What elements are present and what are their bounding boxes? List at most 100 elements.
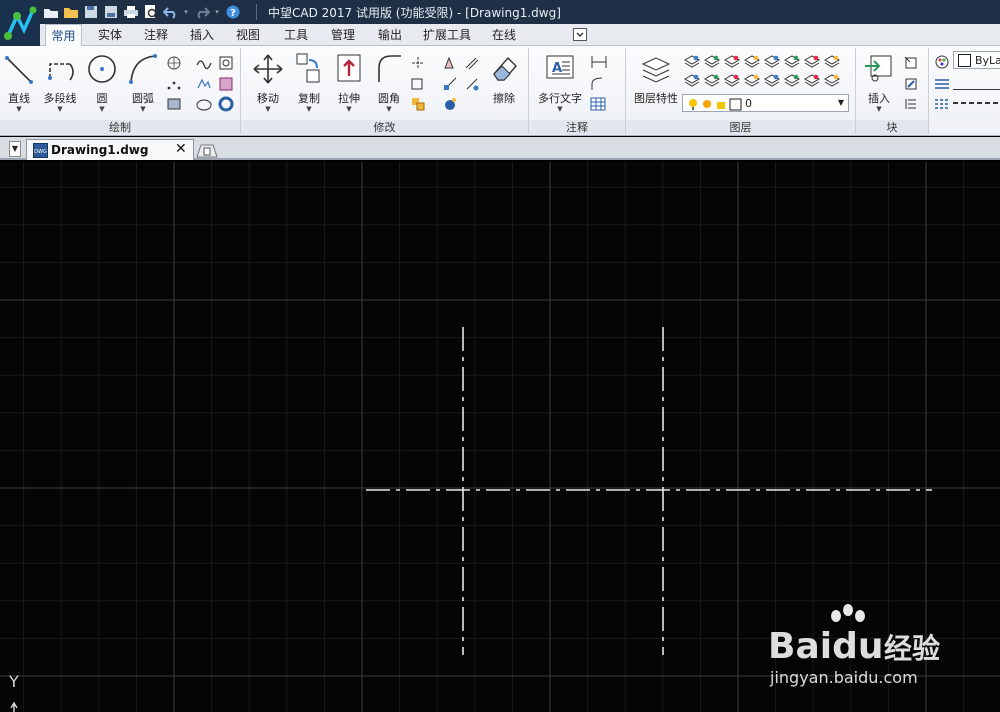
mtext-dropdown-icon: ▼ xyxy=(557,105,563,113)
open-icon[interactable] xyxy=(62,4,79,21)
polyline-label: 多段线 xyxy=(43,92,77,105)
color-value: ByLa xyxy=(975,54,1000,67)
attribute-icon[interactable] xyxy=(903,96,919,112)
undo-dropdown-icon[interactable]: ▾ xyxy=(182,4,190,21)
new-document-tab-icon[interactable] xyxy=(196,142,218,158)
layer-dropdown[interactable]: 0 ▼ xyxy=(682,94,849,112)
line-label: 直线 xyxy=(8,92,30,105)
insert-block-button[interactable]: 插入 ▼ xyxy=(860,52,898,114)
lineweight-icon[interactable] xyxy=(934,76,950,92)
trim-icon[interactable] xyxy=(410,55,426,71)
rectangle-icon[interactable] xyxy=(166,96,182,112)
layer-tool-icon[interactable] xyxy=(724,54,740,68)
modify-group-title: 修改 xyxy=(241,120,528,135)
create-block-icon[interactable] xyxy=(903,55,919,71)
copy-button[interactable]: 复制 ▼ xyxy=(290,52,328,114)
layer-tool-icon[interactable] xyxy=(784,73,800,87)
fillet-button[interactable]: 圆角 ▼ xyxy=(370,52,408,114)
line-button[interactable]: 直线 ▼ xyxy=(2,52,36,114)
lineweight-dropdown[interactable] xyxy=(953,76,1000,90)
color-dropdown[interactable]: ByLa xyxy=(953,51,1000,69)
explode-icon[interactable] xyxy=(410,96,426,112)
plot-preview-icon[interactable] xyxy=(142,4,159,21)
erase-button[interactable]: 擦除 xyxy=(486,52,522,114)
revcloud-icon[interactable] xyxy=(196,76,212,92)
offset-icon[interactable] xyxy=(464,55,480,71)
help-icon[interactable]: ? xyxy=(224,4,241,21)
layer-tool-icon[interactable] xyxy=(764,73,780,87)
layer-tool-icon[interactable] xyxy=(744,54,760,68)
tab-output[interactable]: 输出 xyxy=(370,24,410,46)
layer-tool-icon[interactable] xyxy=(684,54,700,68)
layer-tool-icon[interactable] xyxy=(804,73,820,87)
circle-button[interactable]: 圆 ▼ xyxy=(84,52,120,114)
stretch-button[interactable]: 拉伸 ▼ xyxy=(330,52,368,114)
annotation-group-title: 注释 xyxy=(529,120,625,135)
layer-tool-icon[interactable] xyxy=(684,73,700,87)
divide-icon[interactable] xyxy=(166,76,182,92)
linear-dimension-icon[interactable] xyxy=(590,54,616,70)
tab-overflow-button[interactable] xyxy=(573,28,587,41)
stretch-label: 拉伸 xyxy=(338,92,360,105)
layer-tool-icon[interactable] xyxy=(824,73,840,87)
layer-tool-icon[interactable] xyxy=(704,54,720,68)
redo-dropdown-icon[interactable]: ▾ xyxy=(213,4,221,21)
move-button[interactable]: 移动 ▼ xyxy=(248,52,288,114)
tab-tools[interactable]: 工具 xyxy=(276,24,316,46)
rotate-icon[interactable] xyxy=(464,76,480,92)
tab-view[interactable]: 视图 xyxy=(228,24,268,46)
tab-manage[interactable]: 管理 xyxy=(323,24,363,46)
save-as-icon[interactable] xyxy=(102,4,119,21)
layer-tool-icon[interactable] xyxy=(824,54,840,68)
tab-solid[interactable]: 实体 xyxy=(90,24,130,46)
document-tab[interactable]: DWG Drawing1.dwg ✕ xyxy=(26,139,194,160)
linetype-icon[interactable] xyxy=(934,96,950,112)
layer-tool-icon[interactable] xyxy=(744,73,760,87)
hatch-icon[interactable] xyxy=(218,76,234,92)
spline-icon[interactable] xyxy=(196,55,212,71)
tab-insert[interactable]: 插入 xyxy=(182,24,222,46)
ribbon-tab-bar: 常用 实体 注释 插入 视图 工具 管理 输出 扩展工具 在线 xyxy=(40,24,1000,47)
color-palette-icon[interactable] xyxy=(934,54,950,70)
new-icon[interactable] xyxy=(42,4,59,21)
ribbon-panel: 直线 ▼ 多段线 ▼ 圆 ▼ 圆弧 ▼ 绘制 移动 ▼ 复制 ▼ 拉伸 ▼ 圆角… xyxy=(0,46,1000,136)
mtext-button[interactable]: A 多行文字 ▼ xyxy=(534,52,586,114)
layer-tool-icon[interactable] xyxy=(724,73,740,87)
array-icon[interactable] xyxy=(410,76,426,92)
block-group-title: 块 xyxy=(856,120,928,135)
undo-icon[interactable] xyxy=(162,4,179,21)
linetype-dropdown[interactable] xyxy=(953,102,1000,104)
document-list-button[interactable]: ▼ xyxy=(9,141,21,157)
polyline-button[interactable]: 多段线 ▼ xyxy=(40,52,80,114)
scale-icon[interactable] xyxy=(442,76,458,92)
mtext-icon: A xyxy=(546,55,574,79)
tab-home[interactable]: 常用 xyxy=(45,24,82,47)
tab-online[interactable]: 在线 xyxy=(484,24,524,46)
stretch-icon xyxy=(337,54,361,82)
print-icon[interactable] xyxy=(122,4,139,21)
layer-tool-icon[interactable] xyxy=(704,73,720,87)
leader-icon[interactable] xyxy=(590,76,616,92)
tab-extension-tools[interactable]: 扩展工具 xyxy=(418,24,476,46)
redo-icon[interactable] xyxy=(193,4,210,21)
close-document-icon[interactable]: ✕ xyxy=(175,141,187,157)
layer-tool-icon[interactable] xyxy=(804,54,820,68)
layer-tool-icon[interactable] xyxy=(784,54,800,68)
mirror-icon[interactable] xyxy=(442,55,458,71)
point-icon[interactable] xyxy=(166,55,182,71)
cloud-icon[interactable] xyxy=(196,96,212,112)
edit-block-icon[interactable] xyxy=(903,76,919,92)
title-separator xyxy=(256,4,257,20)
donut-icon[interactable] xyxy=(218,96,234,112)
arc-button[interactable]: 圆弧 ▼ xyxy=(124,52,162,114)
app-logo[interactable] xyxy=(0,0,40,46)
layer-tool-icon[interactable] xyxy=(764,54,780,68)
table-icon[interactable] xyxy=(590,96,616,112)
save-icon[interactable] xyxy=(82,4,99,21)
tab-annotate[interactable]: 注释 xyxy=(136,24,176,46)
group-separator xyxy=(928,48,929,134)
region-icon[interactable] xyxy=(218,55,234,71)
layer-properties-button[interactable]: 图层特性 xyxy=(630,52,682,114)
join-icon[interactable] xyxy=(442,96,458,112)
eraser-icon xyxy=(493,56,517,81)
